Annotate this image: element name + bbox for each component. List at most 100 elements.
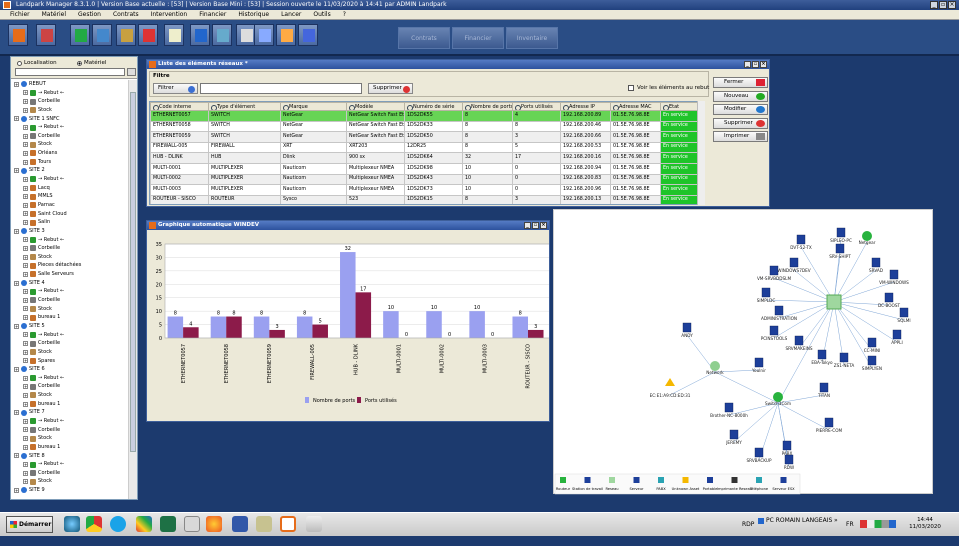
computer-icon[interactable] bbox=[754, 357, 764, 368]
tree-item[interactable]: + REBUT bbox=[11, 80, 129, 89]
column-header[interactable]: Etat bbox=[660, 102, 700, 111]
edit-button[interactable]: Modifier bbox=[713, 104, 768, 115]
maximize-icon[interactable]: ▫ bbox=[532, 222, 539, 229]
tree-item[interactable]: + Spares bbox=[11, 357, 129, 366]
menu-item-1[interactable]: Matériel bbox=[36, 10, 72, 19]
delete-filter-button[interactable]: Supprimer bbox=[368, 83, 413, 94]
search-icon[interactable] bbox=[127, 68, 136, 76]
tree-item[interactable]: + SITE 7 bbox=[11, 408, 129, 417]
close-icon[interactable]: × bbox=[540, 222, 547, 229]
menu-item-5[interactable]: Financier bbox=[193, 10, 232, 19]
toolbar-button-4[interactable] bbox=[116, 24, 136, 46]
start-button[interactable]: Démarrer bbox=[6, 516, 53, 533]
tree-search-input[interactable] bbox=[15, 68, 125, 76]
expand-icon[interactable]: + bbox=[23, 271, 28, 277]
table-row[interactable]: MULTI-0003 MULTIPLEXER Nauticom Multiplexeu… bbox=[150, 184, 700, 196]
table-row[interactable]: ETHERNET0057 SWITCH NetGear NetGear Switch … bbox=[150, 110, 700, 122]
language-indicator[interactable]: FR bbox=[846, 521, 854, 529]
tree-item[interactable]: + Orléans bbox=[11, 149, 129, 158]
toolbar-tab-0[interactable]: Contrats bbox=[398, 27, 450, 49]
tree-item[interactable]: + SITE 1 SNFC bbox=[11, 115, 129, 124]
tree-item[interactable]: + Salle Serveurs bbox=[11, 270, 129, 279]
tree-item[interactable]: + Stock bbox=[11, 140, 129, 149]
computer-icon[interactable] bbox=[867, 355, 877, 366]
computer-icon[interactable] bbox=[774, 305, 784, 316]
clock[interactable]: 14:44 11/03/2020 bbox=[898, 517, 952, 531]
remote-desktop-icon[interactable] bbox=[232, 516, 248, 532]
menu-item-9[interactable]: ? bbox=[337, 10, 352, 19]
minimize-icon[interactable]: _ bbox=[930, 1, 938, 9]
computer-icon[interactable] bbox=[784, 454, 794, 465]
computer-icon[interactable] bbox=[769, 325, 779, 336]
close-icon[interactable]: × bbox=[948, 1, 956, 9]
minimize-icon[interactable]: _ bbox=[744, 61, 751, 68]
tree-item[interactable]: + SITE 9 bbox=[11, 486, 129, 495]
tree-item[interactable]: + Corbeille bbox=[11, 132, 129, 141]
computer-icon[interactable] bbox=[839, 352, 849, 363]
computer-icon[interactable] bbox=[892, 329, 902, 340]
menu-item-0[interactable]: Fichier bbox=[4, 10, 36, 19]
expand-icon[interactable]: + bbox=[14, 453, 19, 459]
show-rebut-checkbox[interactable]: Voir les éléments au rebut bbox=[628, 85, 709, 91]
column-header[interactable]: Modèle bbox=[346, 102, 405, 111]
expand-icon[interactable]: + bbox=[23, 341, 28, 347]
tree-item[interactable]: + → Rebut ← bbox=[11, 89, 129, 98]
radio-localisation[interactable]: Localisation bbox=[17, 60, 57, 66]
radio-materiel[interactable]: Matériel bbox=[77, 60, 106, 66]
expand-icon[interactable]: + bbox=[23, 245, 28, 251]
toolbar-tab-2[interactable]: Inventaire bbox=[506, 27, 558, 49]
filter-button[interactable]: Filtrer bbox=[153, 83, 198, 94]
delete-button[interactable]: Supprimer bbox=[713, 117, 768, 129]
menu-item-6[interactable]: Historique bbox=[232, 10, 275, 19]
expand-icon[interactable]: + bbox=[14, 168, 19, 174]
computer-icon[interactable] bbox=[884, 292, 894, 303]
tree-item[interactable]: + Corbeille bbox=[11, 382, 129, 391]
expand-icon[interactable]: + bbox=[23, 306, 28, 312]
tree-item[interactable]: + → Rebut ← bbox=[11, 417, 129, 426]
expand-icon[interactable]: + bbox=[23, 263, 28, 269]
toolbar-button-3[interactable] bbox=[92, 24, 112, 46]
maximize-icon[interactable]: ▫ bbox=[939, 1, 947, 9]
computer-icon[interactable] bbox=[817, 349, 827, 360]
tree-item[interactable]: + → Rebut ← bbox=[11, 236, 129, 245]
menu-item-4[interactable]: Intervention bbox=[145, 10, 194, 19]
computer-icon[interactable] bbox=[754, 447, 764, 458]
computer-icon[interactable] bbox=[819, 382, 829, 393]
expand-icon[interactable]: + bbox=[23, 349, 28, 355]
expand-icon[interactable]: + bbox=[14, 410, 19, 416]
toolbar-button-8[interactable] bbox=[212, 24, 232, 46]
computer-icon[interactable] bbox=[889, 269, 899, 280]
filter-input[interactable] bbox=[200, 83, 362, 94]
computer-icon[interactable] bbox=[729, 429, 739, 440]
tree-item[interactable]: + → Rebut ← bbox=[11, 331, 129, 340]
chevron-right-icon[interactable]: » bbox=[834, 517, 838, 525]
toolbar-button-5[interactable] bbox=[138, 24, 158, 46]
expand-icon[interactable]: + bbox=[23, 375, 28, 381]
computer-icon[interactable] bbox=[824, 417, 834, 428]
expand-icon[interactable]: + bbox=[23, 358, 28, 364]
expand-icon[interactable]: + bbox=[14, 366, 19, 372]
expand-icon[interactable]: + bbox=[23, 107, 28, 113]
expand-icon[interactable]: + bbox=[23, 90, 28, 96]
firefox-icon[interactable] bbox=[206, 516, 222, 532]
computer-icon[interactable] bbox=[761, 287, 771, 298]
tree-item[interactable]: + Stock bbox=[11, 253, 129, 262]
table-row[interactable]: ETHERNET0058 SWITCH NetGear NetGear Switch … bbox=[150, 120, 700, 133]
computer-icon[interactable] bbox=[769, 265, 779, 276]
scrollbar-thumb[interactable] bbox=[130, 92, 136, 452]
ie-icon[interactable] bbox=[64, 516, 80, 532]
tree-item[interactable]: + → Rebut ← bbox=[11, 287, 129, 296]
expand-icon[interactable]: + bbox=[23, 133, 28, 139]
expand-icon[interactable]: + bbox=[14, 228, 19, 234]
column-header[interactable]: Numéro de série bbox=[404, 102, 463, 111]
computer-icon[interactable] bbox=[796, 234, 806, 245]
tree-item[interactable]: + Corbeille bbox=[11, 97, 129, 106]
tree-item[interactable]: + SITE 2 bbox=[11, 166, 129, 175]
tree-item[interactable]: + → Rebut ← bbox=[11, 123, 129, 132]
tree-item[interactable]: + Corbeille bbox=[11, 469, 129, 478]
warning-icon[interactable] bbox=[665, 378, 675, 386]
window-icon[interactable] bbox=[184, 516, 200, 532]
tree-item[interactable]: + SITE 8 bbox=[11, 452, 129, 461]
tree-item[interactable]: + SITE 3 bbox=[11, 227, 129, 236]
tree-item[interactable]: + bureau 1 bbox=[11, 400, 129, 409]
